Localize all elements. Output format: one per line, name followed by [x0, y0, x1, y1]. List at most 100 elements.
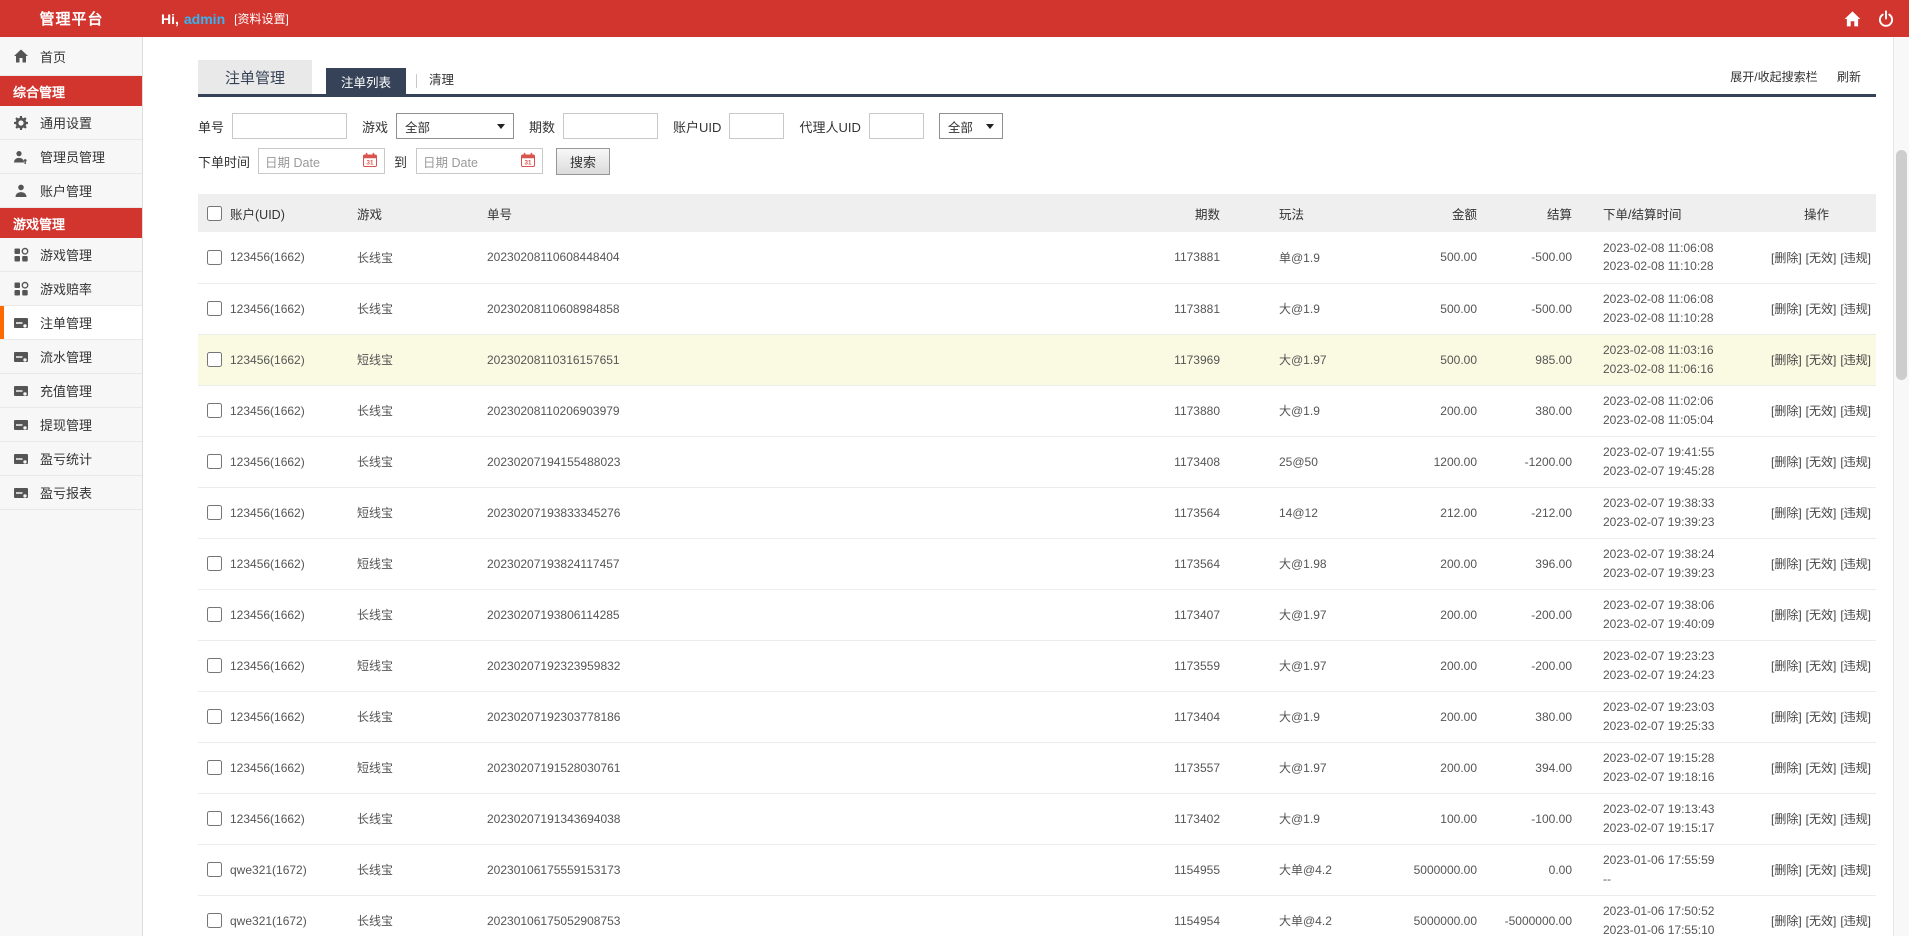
col-period: 期数: [1194, 207, 1220, 222]
cell-time: 2023-02-07 19:41:55 2023-02-07 19:45:28: [1582, 436, 1757, 487]
sidebar-item[interactable]: 首页: [0, 37, 142, 76]
action-link[interactable]: [违规]: [1840, 455, 1871, 469]
sidebar-item[interactable]: 注单管理: [0, 306, 142, 340]
action-link[interactable]: [删除]: [1771, 251, 1802, 265]
action-link[interactable]: [违规]: [1840, 914, 1871, 928]
refresh-link[interactable]: 刷新: [1837, 70, 1861, 84]
action-link[interactable]: [删除]: [1771, 353, 1802, 367]
row-checkbox[interactable]: [206, 403, 222, 419]
start-date-input[interactable]: 日期 Date 31: [258, 148, 386, 174]
sidebar-item[interactable]: 流水管理: [0, 340, 142, 374]
action-link[interactable]: [无效]: [1806, 608, 1837, 622]
action-link[interactable]: [无效]: [1806, 506, 1837, 520]
action-link[interactable]: [删除]: [1771, 455, 1802, 469]
end-date-input[interactable]: 日期 Date 31: [416, 148, 544, 174]
sidebar-item[interactable]: 管理员管理: [0, 140, 142, 174]
period-input[interactable]: [563, 113, 659, 139]
action-link[interactable]: [违规]: [1840, 863, 1871, 877]
row-actions: [删除] [无效] [违规]: [1757, 436, 1876, 487]
cell-account: 123456(1662): [230, 505, 305, 520]
row-checkbox[interactable]: [206, 556, 222, 572]
row-checkbox[interactable]: [206, 658, 222, 674]
search-button[interactable]: 搜索: [556, 147, 611, 175]
action-link[interactable]: [删除]: [1771, 812, 1802, 826]
row-checkbox[interactable]: [206, 913, 222, 929]
row-checkbox[interactable]: [206, 249, 222, 265]
home-icon[interactable]: [1843, 10, 1862, 28]
action-link[interactable]: [无效]: [1806, 353, 1837, 367]
logout-power-icon[interactable]: [1877, 9, 1895, 28]
module-tab-order-management[interactable]: 注单管理: [198, 60, 313, 94]
action-link[interactable]: [删除]: [1771, 761, 1802, 775]
game-select[interactable]: 全部: [396, 113, 515, 139]
sidebar-item[interactable]: 盈亏统计: [0, 442, 142, 476]
select-all-checkbox[interactable]: [206, 205, 222, 221]
row-checkbox[interactable]: [206, 862, 222, 878]
sidebar-item[interactable]: 通用设置: [0, 106, 142, 140]
status-select[interactable]: 全部: [938, 113, 1003, 139]
action-link[interactable]: [无效]: [1806, 251, 1837, 265]
order-card-icon: [13, 451, 29, 467]
action-link[interactable]: [无效]: [1806, 404, 1837, 418]
row-checkbox[interactable]: [206, 454, 222, 470]
cell-period: 1173881: [1174, 301, 1220, 316]
toggle-search-bar-link[interactable]: 展开/收起搜索栏: [1730, 70, 1817, 84]
row-checkbox[interactable]: [206, 709, 222, 725]
sidebar-item-label: 游戏赔率: [40, 282, 93, 297]
action-link[interactable]: [删除]: [1771, 659, 1802, 673]
sidebar-item[interactable]: 游戏管理: [0, 238, 142, 272]
action-link[interactable]: [删除]: [1771, 608, 1802, 622]
action-link[interactable]: [违规]: [1840, 353, 1871, 367]
action-link[interactable]: [无效]: [1806, 812, 1837, 826]
account-uid-input[interactable]: [729, 113, 785, 139]
cell-settle: 0.00: [1548, 862, 1572, 877]
action-link[interactable]: [违规]: [1840, 506, 1871, 520]
sidebar-item[interactable]: 账户管理: [0, 174, 142, 208]
order-no-input[interactable]: [232, 113, 348, 139]
calendar-icon[interactable]: 31: [362, 152, 378, 171]
action-link[interactable]: [违规]: [1840, 710, 1871, 724]
action-link[interactable]: [删除]: [1771, 404, 1802, 418]
action-link[interactable]: [无效]: [1806, 659, 1837, 673]
action-link[interactable]: [违规]: [1840, 812, 1871, 826]
action-link[interactable]: [违规]: [1840, 557, 1871, 571]
row-checkbox[interactable]: [206, 505, 222, 521]
action-link[interactable]: [无效]: [1806, 710, 1837, 724]
action-link[interactable]: [无效]: [1806, 914, 1837, 928]
sidebar-item[interactable]: 游戏赔率: [0, 272, 142, 306]
sidebar-item[interactable]: 盈亏报表: [0, 476, 142, 510]
action-link[interactable]: [违规]: [1840, 659, 1871, 673]
row-checkbox[interactable]: [206, 607, 222, 623]
action-link[interactable]: [删除]: [1771, 506, 1802, 520]
action-link[interactable]: [无效]: [1806, 557, 1837, 571]
action-link[interactable]: [无效]: [1806, 761, 1837, 775]
calendar-icon[interactable]: 31: [520, 152, 536, 171]
scrollbar[interactable]: [1893, 37, 1909, 936]
action-link[interactable]: [违规]: [1840, 608, 1871, 622]
action-link[interactable]: [违规]: [1840, 404, 1871, 418]
profile-settings-link[interactable]: [资料设置]: [234, 10, 289, 27]
action-link[interactable]: [无效]: [1806, 302, 1837, 316]
tab-cleanup[interactable]: 清理: [429, 69, 454, 88]
action-link[interactable]: [违规]: [1840, 251, 1871, 265]
action-link[interactable]: [无效]: [1806, 455, 1837, 469]
row-checkbox[interactable]: [206, 811, 222, 827]
sidebar-item[interactable]: 充值管理: [0, 374, 142, 408]
agent-uid-input[interactable]: [868, 113, 924, 139]
sidebar-item[interactable]: 提现管理: [0, 408, 142, 442]
action-link[interactable]: [删除]: [1771, 557, 1802, 571]
row-checkbox[interactable]: [206, 352, 222, 368]
tab-order-list[interactable]: 注单列表: [326, 68, 407, 94]
action-link[interactable]: [违规]: [1840, 302, 1871, 316]
row-checkbox[interactable]: [206, 760, 222, 776]
action-link[interactable]: [删除]: [1771, 863, 1802, 877]
row-checkbox[interactable]: [206, 301, 222, 317]
game-label: 游戏: [362, 119, 389, 135]
scrollbar-thumb[interactable]: [1896, 150, 1907, 380]
action-link[interactable]: [删除]: [1771, 914, 1802, 928]
action-link[interactable]: [违规]: [1840, 761, 1871, 775]
cell-order-no: 20230106175052908753: [487, 913, 621, 928]
action-link[interactable]: [无效]: [1806, 863, 1837, 877]
action-link[interactable]: [删除]: [1771, 710, 1802, 724]
action-link[interactable]: [删除]: [1771, 302, 1802, 316]
